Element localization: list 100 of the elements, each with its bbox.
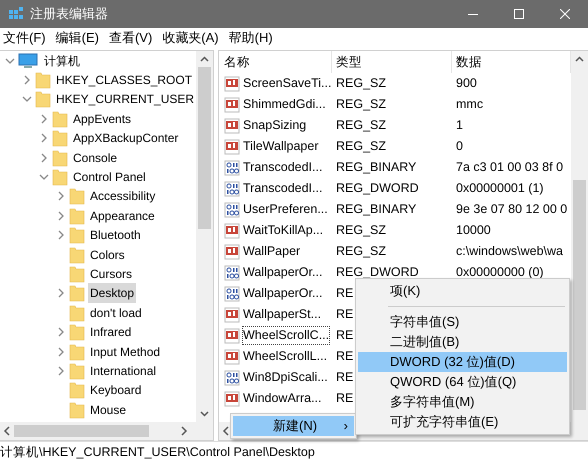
tree-item[interactable]: Cursors (88, 264, 134, 284)
tree-item[interactable]: 计算机 (42, 51, 82, 71)
value-type: REG_SZ (336, 223, 386, 238)
folder-icon (69, 381, 85, 400)
value-data: 0x00000001 (1) (455, 180, 545, 198)
binary-value-icon (224, 202, 240, 218)
binary-value-icon (224, 264, 240, 280)
menu-item[interactable]: 多字符串值(M) (358, 392, 567, 412)
window-title: 注册表编辑器 (30, 5, 108, 24)
menu-item[interactable]: 编辑(E) (52, 28, 106, 48)
tree-item[interactable]: Bluetooth (88, 225, 143, 246)
maximize-icon (514, 9, 524, 19)
folder-icon (69, 342, 85, 361)
value-type: REG_SZ (336, 118, 386, 132)
menu-item[interactable]: 帮助(H) (226, 28, 280, 48)
binary-value-icon (224, 180, 240, 196)
value-name[interactable]: ShimmedGdi... (242, 95, 327, 114)
value-name[interactable]: WindowArra... (242, 389, 322, 408)
scrollbar-thumb[interactable] (198, 67, 211, 229)
value-name[interactable]: ScreenSaveTi... (242, 74, 332, 93)
folder-icon (69, 264, 85, 283)
column-header[interactable]: 名称 (219, 51, 332, 73)
value-data: c:\windows\web\wa (455, 243, 564, 260)
value-type: REG_BINARY (336, 160, 416, 174)
value-type: RE (336, 391, 354, 406)
folder-icon (69, 362, 85, 380)
scrollbar-thumb[interactable] (573, 180, 586, 410)
menu-item[interactable]: DWORD (32 位)值(D) (358, 352, 567, 372)
tree-item[interactable]: Accessibility (88, 186, 158, 206)
value-data: 7a c3 01 00 03 8f 0 (455, 159, 564, 176)
value-name[interactable]: WaitToKillAp... (242, 221, 324, 240)
tree-item[interactable]: International (88, 360, 158, 381)
value-data: 900 (455, 75, 478, 92)
tree-item[interactable]: Control Panel (71, 167, 148, 188)
string-value-icon (224, 96, 240, 112)
vertical-scrollbar[interactable] (196, 51, 213, 422)
tree-item[interactable]: Infrared (88, 322, 134, 342)
menu-item[interactable]: 项(K) (358, 281, 567, 301)
string-value-icon (224, 222, 240, 238)
value-name[interactable]: WallpaperOr... (242, 263, 324, 282)
menu-item[interactable]: 字符串值(S) (358, 312, 567, 332)
value-data: mmc (455, 96, 484, 114)
folder-icon (69, 284, 85, 302)
tree-item[interactable]: Desktop (88, 283, 136, 304)
value-name[interactable]: TranscodedI... (242, 158, 324, 177)
string-value-icon (224, 306, 240, 322)
value-name[interactable]: WallpaperOr... (242, 284, 324, 303)
value-name[interactable]: TranscodedI... (242, 179, 324, 198)
folder-icon (69, 187, 85, 206)
tree-item[interactable]: AppXBackupConter (71, 128, 180, 148)
tree-item[interactable]: Colors (88, 244, 127, 265)
folder-icon (69, 246, 85, 264)
value-name[interactable]: UserPreferen... (242, 200, 329, 219)
value-type: RE (336, 328, 354, 342)
tree-item[interactable]: HKEY_CURRENT_USER (54, 89, 196, 110)
value-type: REG_SZ (336, 76, 386, 90)
menu-item[interactable]: QWORD (64 位)值(Q) (358, 372, 567, 392)
menu-item[interactable]: 文件(F) (0, 28, 53, 48)
value-type: REG_SZ (336, 139, 386, 154)
close-icon (560, 9, 570, 19)
scrollbar-thumb[interactable] (14, 425, 149, 437)
value-name[interactable]: WallpaperSt... (242, 305, 322, 324)
tree-item[interactable]: don't load (88, 302, 144, 323)
menu-item[interactable]: 可扩充字符串值(E) (358, 412, 567, 432)
folder-icon (52, 148, 68, 167)
tree-item[interactable]: Keyboard (88, 380, 144, 400)
value-type: REG_DWORD (336, 181, 419, 196)
binary-value-icon (224, 370, 240, 386)
value-name[interactable]: WallPaper (242, 242, 302, 261)
value-data: 1 (455, 117, 464, 134)
folder-icon (69, 323, 85, 342)
menu-item[interactable]: 二进制值(B) (358, 332, 567, 352)
value-type: RE (336, 307, 354, 322)
tree-item[interactable]: AppEvents (71, 108, 134, 129)
tree-item[interactable]: Console (71, 148, 120, 168)
value-data: 9e 3e 07 80 12 00 0 (455, 201, 568, 218)
folder-icon (35, 71, 51, 90)
folder-icon (69, 400, 85, 419)
menu-item[interactable]: 收藏夹(A) (159, 28, 226, 48)
value-name[interactable]: WheelScrollC... (242, 326, 330, 345)
value-data: 0 (455, 138, 464, 156)
status-bar: 计算机\HKEY_CURRENT_USER\Control Panel\Desktop (0, 441, 588, 461)
binary-value-icon (224, 160, 240, 176)
horizontal-scrollbar[interactable] (0, 422, 213, 440)
value-name[interactable]: TileWallpaper (242, 137, 320, 156)
string-value-icon (224, 348, 240, 364)
tree-item[interactable]: Mouse (88, 400, 128, 420)
tree-item[interactable]: HKEY_CLASSES_ROOT (54, 70, 194, 90)
computer-icon (18, 52, 38, 69)
menu-item[interactable]: 查看(V) (106, 28, 160, 48)
string-value-icon (224, 118, 240, 134)
menu-item[interactable]: 新建(N) › (233, 416, 354, 436)
value-name[interactable]: SnapSizing (242, 116, 308, 135)
folder-icon (52, 110, 68, 128)
tree-item[interactable]: Appearance (88, 206, 157, 226)
tree-item[interactable]: Input Method (88, 342, 162, 362)
column-header[interactable]: 类型 (332, 51, 452, 73)
vertical-scrollbar[interactable] (571, 51, 588, 422)
value-name[interactable]: Win8DpiScali... (242, 368, 329, 387)
value-name[interactable]: WheelScrollL... (242, 347, 328, 366)
